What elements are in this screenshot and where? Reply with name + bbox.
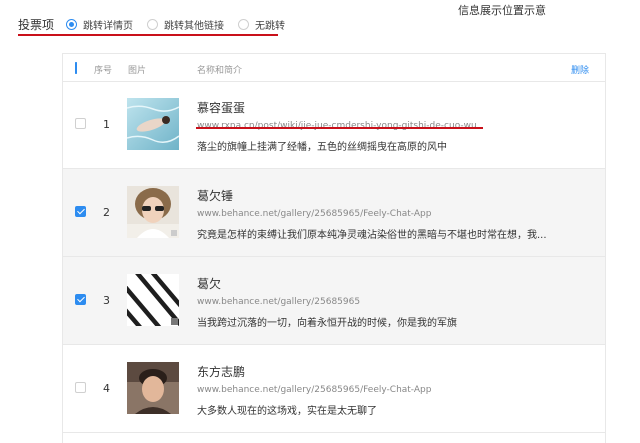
header-name-intro: 名称和简介 [197,66,243,76]
item-description: 落尘的旗幢上挂满了经幡，五色的丝绸摇曳在高原的风中 [197,142,447,153]
thumbnail-image [127,362,179,414]
header-image: 图片 [128,66,147,76]
item-title: 东方志鹏 [197,365,246,379]
item-title: 葛欠锤 [197,189,234,203]
table-row[interactable]: 1 慕容蛋蛋 www.rxna.cn/post/wiki/jie-jue-cmd… [63,81,605,169]
radio-icon[interactable] [147,18,159,30]
row-checkbox-checked[interactable] [75,294,86,305]
item-url[interactable]: www.behance.net/gallery/25685965/Feely-C… [197,385,431,395]
radio-no-jump[interactable]: 无跳转 [238,17,285,32]
vote-items-table: 序号 图片 名称和简介 删除 1 慕容蛋蛋 www.rxna.cn/post/w… [62,53,606,443]
item-url[interactable]: www.behance.net/gallery/25685965/Feely-C… [197,209,431,219]
row-checkbox-checked[interactable] [75,206,86,217]
select-all-checkbox[interactable] [75,62,77,74]
radio-label: 无跳转 [255,20,286,32]
row-index: 1 [103,118,110,131]
vote-item-label: 投票项 [18,17,55,32]
annotation-underline [18,34,278,36]
row-index: 4 [103,382,110,395]
item-description: 究竟是怎样的束缚让我们原本纯净灵魂沾染俗世的黑暗与不堪也时常在想，我... [197,230,547,241]
item-description: 大多数人现在的这场戏，实在是太无聊了 [197,406,377,417]
thumbnail-image [127,274,179,326]
row-index: 2 [103,206,110,219]
item-url[interactable]: www.behance.net/gallery/25685965 [197,297,360,307]
table-row[interactable]: 4 东方志鹏 www.behance.net/gallery/25685965/… [63,345,605,433]
item-title: 慕容蛋蛋 [197,101,246,115]
annotation-title: 信息展示位置示意 [458,4,546,17]
item-description: 当我跨过沉落的一切，向着永恒开战的时候，你是我的军旗 [197,318,457,329]
radio-label: 跳转其他链接 [164,20,225,32]
table-row[interactable]: 3 葛欠 www.behance.net/gallery/25685965 当我… [63,257,605,345]
radio-jump-detail[interactable]: 跳转详情页 [66,17,133,32]
thumbnail-image [127,186,179,238]
radio-jump-other-link[interactable]: 跳转其他链接 [147,17,224,32]
vote-item-bar: 投票项 跳转详情页 跳转其他链接 无跳转 [18,14,299,34]
row-checkbox[interactable] [75,118,86,129]
radio-icon[interactable] [238,18,250,30]
item-url[interactable]: www.rxna.cn/post/wiki/jie-jue-cmdershi-y… [197,121,477,131]
radio-icon-checked[interactable] [66,18,78,30]
item-title: 葛欠 [197,277,222,291]
delete-button[interactable]: 删除 [571,63,589,76]
row-checkbox[interactable] [75,382,86,393]
radio-label: 跳转详情页 [83,20,134,32]
table-row[interactable]: 2 葛欠锤 www.behance.net/gallery/25685965/F… [63,169,605,257]
annotation-underline [196,127,483,129]
thumbnail-image [127,98,179,150]
table-header: 序号 图片 名称和简介 删除 [63,54,605,82]
row-index: 3 [103,294,110,307]
header-index: 序号 [94,66,113,76]
